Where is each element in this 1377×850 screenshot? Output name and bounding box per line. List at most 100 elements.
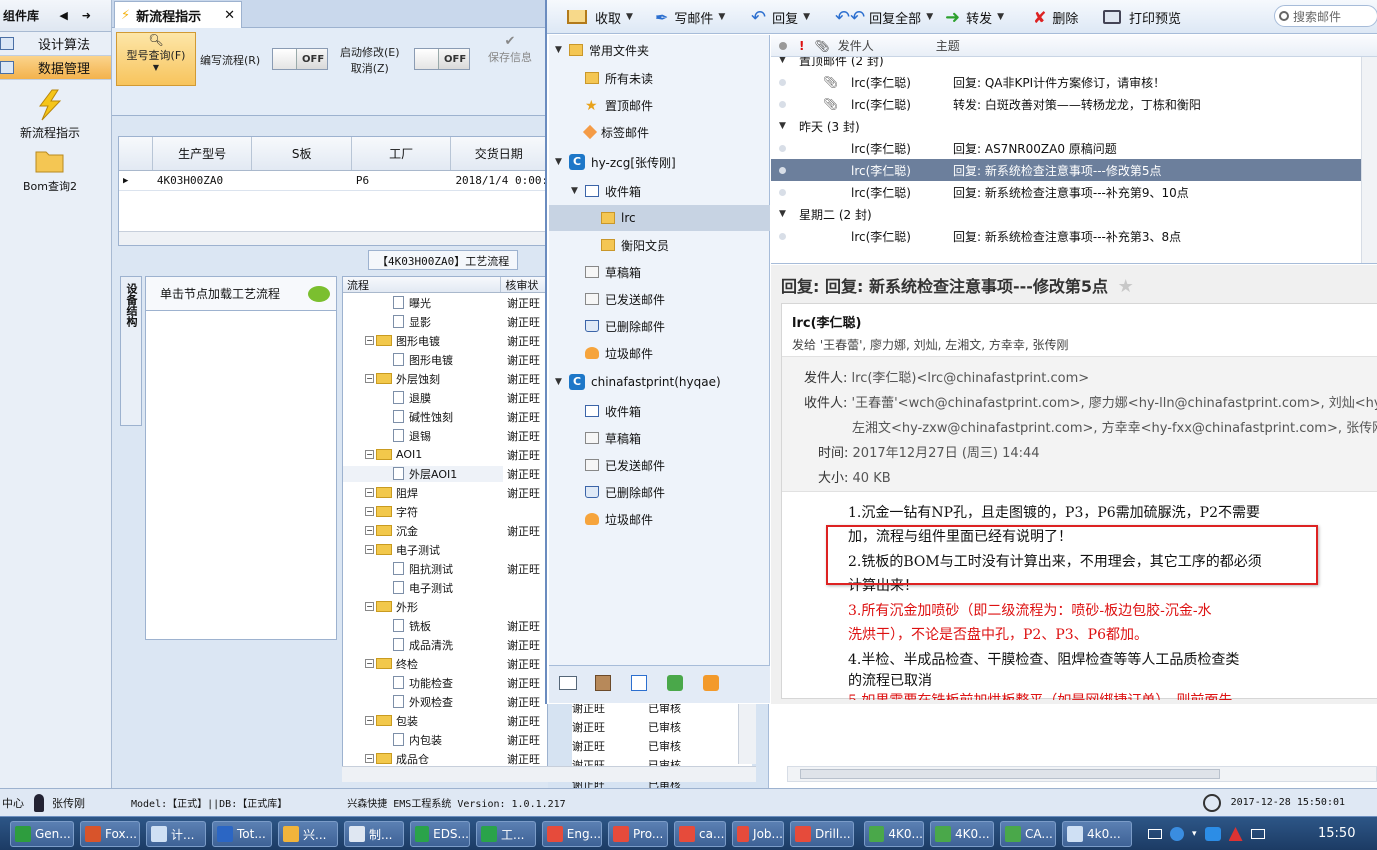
folder-item[interactable]: 垃圾邮件 xyxy=(549,506,770,532)
collapse-icon[interactable]: ▼ xyxy=(779,209,793,219)
folder-item[interactable]: 衡阳文员 xyxy=(549,232,770,258)
tree-row[interactable]: 内包装 谢正旺 xyxy=(343,730,547,749)
calendar-icon[interactable] xyxy=(631,675,647,691)
expand-icon[interactable]: − xyxy=(365,488,374,497)
expand-icon[interactable]: − xyxy=(365,526,374,535)
folder-item[interactable]: 垃圾邮件 xyxy=(549,340,770,366)
reply-button[interactable]: ↶ 回复 ▼ xyxy=(751,6,810,28)
tree-row[interactable]: − 外层蚀刻 谢正旺 xyxy=(343,369,547,388)
folder-item[interactable]: 收件箱 xyxy=(549,398,770,424)
expand-icon[interactable]: − xyxy=(365,450,374,459)
table-row[interactable]: ▶ 4K03H00ZA0 P6 2018/1/4 0:00:0 xyxy=(119,171,547,191)
contacts-icon[interactable] xyxy=(595,675,611,691)
priority-icon[interactable]: ! xyxy=(799,39,804,53)
folder-item[interactable]: 草稿箱 xyxy=(549,425,770,451)
tree-row[interactable]: − 图形电镀 谢正旺 xyxy=(343,331,547,350)
unread-dot-icon[interactable] xyxy=(779,188,786,196)
tab-device-structure[interactable]: 设备结构 xyxy=(120,276,142,426)
taskbar-item[interactable]: 兴... xyxy=(278,821,338,847)
tree-row[interactable]: 退锡 谢正旺 xyxy=(343,426,547,445)
unread-dot-icon[interactable] xyxy=(779,166,786,174)
collapse-icon[interactable]: ▼ xyxy=(571,186,585,196)
collapse-icon[interactable]: ▼ xyxy=(779,57,793,65)
network-icon[interactable] xyxy=(1228,827,1243,841)
message-list-scrollbar[interactable] xyxy=(1361,57,1377,263)
message-group-header[interactable]: ▼ 星期二 (2 封) xyxy=(779,203,872,225)
expand-icon[interactable]: − xyxy=(365,602,374,611)
rss-icon[interactable] xyxy=(703,675,719,691)
folder-item[interactable]: ★ 置顶邮件 xyxy=(549,92,770,118)
tree-row[interactable]: 曝光 谢正旺 xyxy=(343,293,547,312)
tree-row[interactable]: 外观检查 谢正旺 xyxy=(343,692,547,711)
tree-row[interactable]: 电子测试 xyxy=(343,578,547,597)
message-row[interactable]: 📎︎ lrc(李仁聪) 转发: 白斑改善对策——转杨龙龙，丁栋和衡阳 xyxy=(771,93,1377,115)
data-management-button[interactable]: 数据管理 xyxy=(0,56,111,80)
extra-row[interactable]: 谢正旺 已审核 xyxy=(572,717,752,736)
col-sender[interactable]: 发件人 xyxy=(838,37,874,54)
folder-item[interactable]: 已发送邮件 xyxy=(549,286,770,312)
tray-chevron-icon[interactable]: ▾ xyxy=(1192,829,1197,839)
keyboard-icon[interactable] xyxy=(1148,829,1162,839)
message-group-header[interactable]: ▼ 置顶邮件 (2 封) xyxy=(779,57,884,71)
tree-row[interactable]: − 阻焊 谢正旺 xyxy=(343,483,547,502)
tree-v-scrollbar[interactable] xyxy=(738,698,756,764)
taskbar-item[interactable]: 工... xyxy=(476,821,536,847)
panel-nav-arrows[interactable]: ◀➜ xyxy=(59,9,105,22)
folder-item[interactable]: ▼ Chy-zcg[张传刚] xyxy=(549,149,770,175)
unread-dot-icon[interactable] xyxy=(779,100,786,108)
tree-row[interactable]: 退膜 谢正旺 xyxy=(343,388,547,407)
help-icon[interactable] xyxy=(1170,827,1184,841)
scrollbar-thumb[interactable] xyxy=(800,769,1220,779)
folder-item[interactable]: 已删除邮件 xyxy=(549,313,770,339)
tree-row[interactable]: − AOI1 谢正旺 xyxy=(343,445,547,464)
taskbar-item[interactable]: 计... xyxy=(146,821,206,847)
col-factory[interactable]: 工厂 xyxy=(352,137,452,170)
taskbar-item[interactable]: Eng... xyxy=(542,821,602,847)
reader-h-scrollbar[interactable] xyxy=(787,766,1377,782)
extra-row[interactable]: 谢正旺 已审核 xyxy=(572,736,752,755)
collapse-icon[interactable]: ▼ xyxy=(779,121,793,131)
sender-name[interactable]: lrc(李仁聪) xyxy=(792,312,861,331)
taskbar-item[interactable]: Drill... xyxy=(790,821,854,847)
tree-row[interactable]: − 电子测试 xyxy=(343,540,547,559)
grid-h-scrollbar[interactable] xyxy=(119,231,547,245)
modify-toggle[interactable]: OFF xyxy=(414,48,470,70)
expand-icon[interactable]: − xyxy=(365,659,374,668)
receive-button[interactable]: 收取 ▼ xyxy=(567,6,633,28)
app-tray-icon[interactable] xyxy=(1204,827,1221,841)
expand-icon[interactable]: − xyxy=(365,336,374,345)
collapse-icon[interactable]: ▼ xyxy=(555,45,569,55)
taskbar-clock[interactable]: 15:50 xyxy=(1318,826,1355,841)
unread-dot-icon[interactable] xyxy=(779,78,786,86)
expand-icon[interactable]: − xyxy=(365,716,374,725)
collapse-icon[interactable]: ▼ xyxy=(555,157,569,167)
expand-icon[interactable]: − xyxy=(365,374,374,383)
print-preview-button[interactable]: 打印预览 xyxy=(1103,6,1181,28)
taskbar-item[interactable]: EDS... xyxy=(410,821,470,847)
tree-row[interactable]: 图形电镀 谢正旺 xyxy=(343,350,547,369)
tree-row[interactable]: − 终检 谢正旺 xyxy=(343,654,547,673)
folder-item[interactable]: 已发送邮件 xyxy=(549,452,770,478)
tree-row[interactable]: 碱性蚀刻 谢正旺 xyxy=(343,407,547,426)
save-info-button[interactable]: ✔ 保存信息 xyxy=(488,34,532,65)
taskbar-item[interactable]: CA... xyxy=(1000,821,1056,847)
col-subject[interactable]: 主题 xyxy=(936,37,960,54)
folder-item[interactable]: 标签邮件 xyxy=(549,119,770,145)
collapse-icon[interactable]: ▼ xyxy=(555,377,569,387)
taskbar-item[interactable]: 4K0... xyxy=(864,821,924,847)
design-algorithm-button[interactable]: 设计算法 xyxy=(0,32,111,56)
read-status-icon[interactable] xyxy=(779,41,787,50)
tree-row[interactable]: 外层AOI1 谢正旺 xyxy=(343,464,547,483)
tree-row[interactable]: 显影 谢正旺 xyxy=(343,312,547,331)
taskbar-item[interactable]: ca... xyxy=(674,821,726,847)
chat-bubble-icon[interactable] xyxy=(308,285,330,302)
folder-item[interactable]: lrc xyxy=(549,205,770,231)
taskbar-item[interactable]: Tot... xyxy=(212,821,272,847)
tree-row[interactable]: 成品清洗 谢正旺 xyxy=(343,635,547,654)
forward-button[interactable]: ➜ 转发 ▼ xyxy=(945,6,1004,28)
folder-item[interactable]: 所有未读 xyxy=(549,65,770,91)
close-icon[interactable]: ✕ xyxy=(224,8,235,23)
message-group-header[interactable]: ▼ 昨天 (3 封) xyxy=(779,115,860,137)
message-row[interactable]: lrc(李仁聪) 回复: 新系统检查注意事项---补充第3、8点 xyxy=(771,225,1377,247)
message-row[interactable]: 📎︎ lrc(李仁聪) 回复: QA非KPI计件方案修订，请审核！ xyxy=(771,71,1377,93)
